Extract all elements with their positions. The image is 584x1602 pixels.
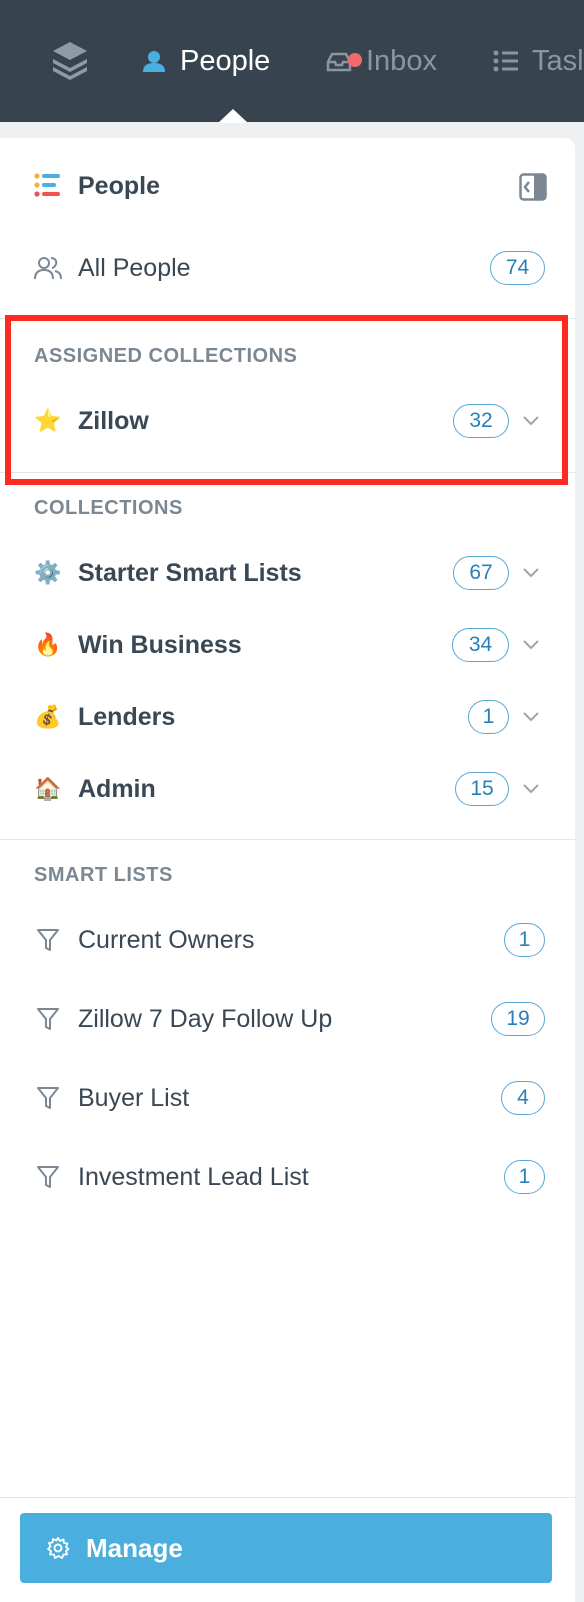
filter-icon [34, 1005, 62, 1033]
nav-tab-tasks-label: Tasl [532, 44, 584, 77]
filter-icon [34, 926, 62, 954]
notification-dot [348, 53, 362, 67]
collection-item-win-business[interactable]: 🔥 Win Business 34 [0, 623, 575, 667]
people-list-icon [34, 172, 62, 200]
divider [0, 839, 575, 840]
chevron-down-icon[interactable] [522, 639, 540, 651]
count-badge: 1 [504, 923, 545, 957]
house-emoji-icon: 🏠 [34, 776, 62, 801]
manage-button[interactable]: Manage [20, 1513, 552, 1583]
gear-emoji-icon: ⚙️ [34, 560, 62, 585]
nav-tab-tasks[interactable]: Tasl [492, 38, 584, 84]
section-title-assigned-collections: ASSIGNED COLLECTIONS [34, 345, 298, 367]
section-title-smart-lists: SMART LISTS [34, 864, 173, 886]
count-badge: 4 [501, 1081, 545, 1115]
smart-list-label: Zillow 7 Day Follow Up [78, 1004, 333, 1033]
collection-item-admin[interactable]: 🏠 Admin 15 [0, 767, 575, 811]
nav-tab-people[interactable]: People [140, 38, 270, 84]
smart-list-item-investment-lead-list[interactable]: Investment Lead List 1 [0, 1155, 575, 1199]
money-bag-emoji-icon: 💰 [34, 704, 62, 729]
nav-tab-people-label: People [180, 44, 271, 77]
panel-header: People [0, 165, 575, 207]
filter-icon [34, 1084, 62, 1112]
count-badge: 32 [453, 404, 509, 438]
smart-list-item-buyer-list[interactable]: Buyer List 4 [0, 1076, 575, 1120]
chevron-down-icon[interactable] [522, 783, 540, 795]
collection-item-starter-smart-lists[interactable]: ⚙️ Starter Smart Lists 67 [0, 551, 575, 595]
panel-title: People [78, 171, 160, 200]
divider [0, 472, 575, 473]
manage-button-label: Manage [86, 1532, 183, 1563]
collection-label: Lenders [78, 702, 176, 731]
star-emoji-icon: ⭐ [34, 408, 62, 433]
collapse-sidebar-icon[interactable] [519, 173, 547, 201]
collection-label: Admin [78, 774, 156, 803]
collection-item-lenders[interactable]: 💰 Lenders 1 [0, 695, 575, 739]
top-nav: People Inbox Tasl [0, 0, 584, 123]
people-icon [34, 254, 62, 282]
collection-label: Win Business [78, 630, 242, 659]
smart-list-label: Current Owners [78, 925, 255, 954]
count-badge: 15 [455, 772, 509, 806]
count-badge: 74 [490, 251, 545, 285]
section-title-collections: COLLECTIONS [34, 497, 183, 519]
count-badge: 19 [491, 1002, 545, 1036]
collection-label: Zillow [78, 406, 149, 435]
list-icon [493, 50, 518, 72]
person-icon [143, 51, 165, 72]
sidebar-item-label: All People [78, 253, 191, 282]
gear-icon [47, 1537, 70, 1559]
nav-tab-inbox-label: Inbox [366, 44, 437, 77]
divider [0, 1497, 575, 1498]
chevron-down-icon[interactable] [522, 567, 540, 579]
smart-list-label: Buyer List [78, 1083, 190, 1112]
collection-label: Starter Smart Lists [78, 558, 302, 587]
chevron-down-icon[interactable] [522, 711, 540, 723]
chevron-down-icon[interactable] [522, 415, 540, 427]
app-logo-icon[interactable] [50, 40, 90, 80]
collection-item-zillow[interactable]: ⭐ Zillow 32 [0, 399, 575, 443]
smart-list-item-zillow-7-day-follow-up[interactable]: Zillow 7 Day Follow Up 19 [0, 997, 575, 1041]
smart-list-label: Investment Lead List [78, 1162, 309, 1191]
fire-emoji-icon: 🔥 [34, 632, 62, 657]
count-badge: 1 [468, 700, 509, 734]
count-badge: 34 [452, 628, 509, 662]
divider [0, 318, 575, 319]
smart-list-item-current-owners[interactable]: Current Owners 1 [0, 918, 575, 962]
count-badge: 1 [504, 1160, 545, 1194]
count-badge: 67 [453, 556, 509, 590]
active-tab-caret [218, 109, 248, 123]
sidebar-item-all-people[interactable]: All People 74 [0, 246, 575, 290]
nav-tab-inbox[interactable]: Inbox [326, 38, 437, 84]
filter-icon [34, 1163, 62, 1191]
